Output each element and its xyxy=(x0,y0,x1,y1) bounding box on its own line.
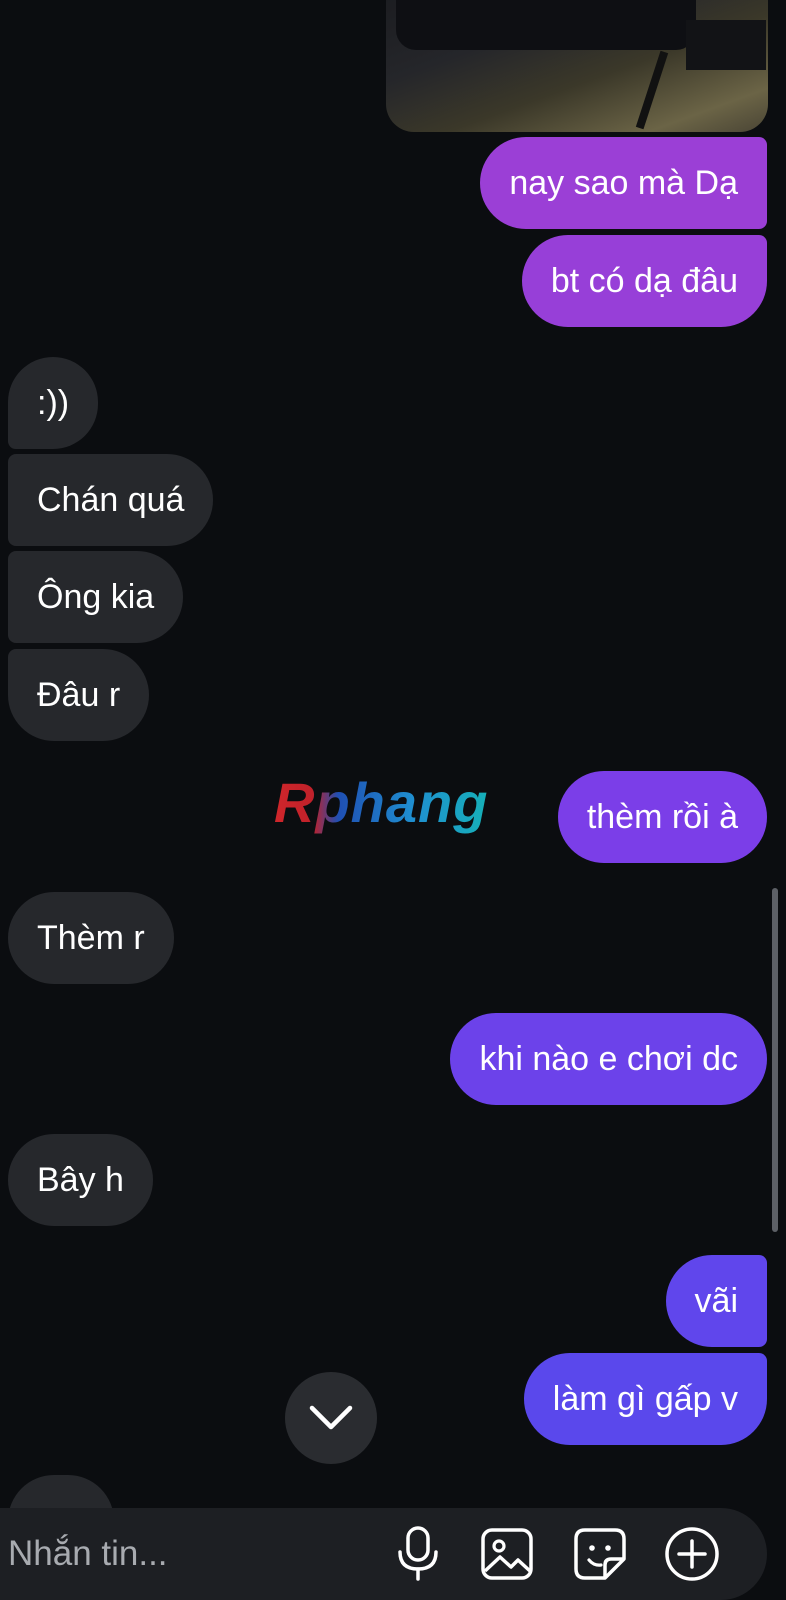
message-outgoing[interactable]: khi nào e chơi dc xyxy=(450,1013,767,1105)
plus-circle-icon[interactable] xyxy=(660,1522,724,1586)
microphone-icon[interactable] xyxy=(386,1522,450,1586)
watermark-logo: Rphang xyxy=(274,771,489,834)
message-outgoing[interactable]: bt có dạ đâu xyxy=(521,235,767,327)
message-input[interactable] xyxy=(8,1518,368,1590)
message-incoming[interactable]: Đâu r xyxy=(8,649,150,741)
message-incoming[interactable]: Chán quá xyxy=(8,454,214,546)
sticker-icon[interactable] xyxy=(568,1522,632,1586)
message-composer xyxy=(0,1508,767,1600)
message-incoming[interactable]: Ông kia xyxy=(8,551,184,643)
message-outgoing[interactable]: thèm rồi à xyxy=(557,771,767,863)
shared-photo[interactable] xyxy=(386,0,768,132)
message-outgoing[interactable]: làm gì gấp v xyxy=(523,1353,767,1445)
message-outgoing[interactable]: nay sao mà Dạ xyxy=(480,137,767,229)
chevron-down-icon xyxy=(309,1405,353,1430)
message-incoming[interactable]: Thèm r xyxy=(8,892,174,984)
chat-screen: nay sao mà Dạ bt có dạ đâu :)) Chán quá … xyxy=(0,0,786,1600)
scrollbar[interactable] xyxy=(772,888,778,1232)
message-outgoing[interactable]: vãi xyxy=(665,1255,767,1347)
message-incoming[interactable]: Bây h xyxy=(8,1134,153,1226)
image-icon[interactable] xyxy=(475,1522,539,1586)
scroll-to-bottom-button[interactable] xyxy=(285,1372,377,1464)
message-incoming[interactable]: :)) xyxy=(8,357,99,449)
